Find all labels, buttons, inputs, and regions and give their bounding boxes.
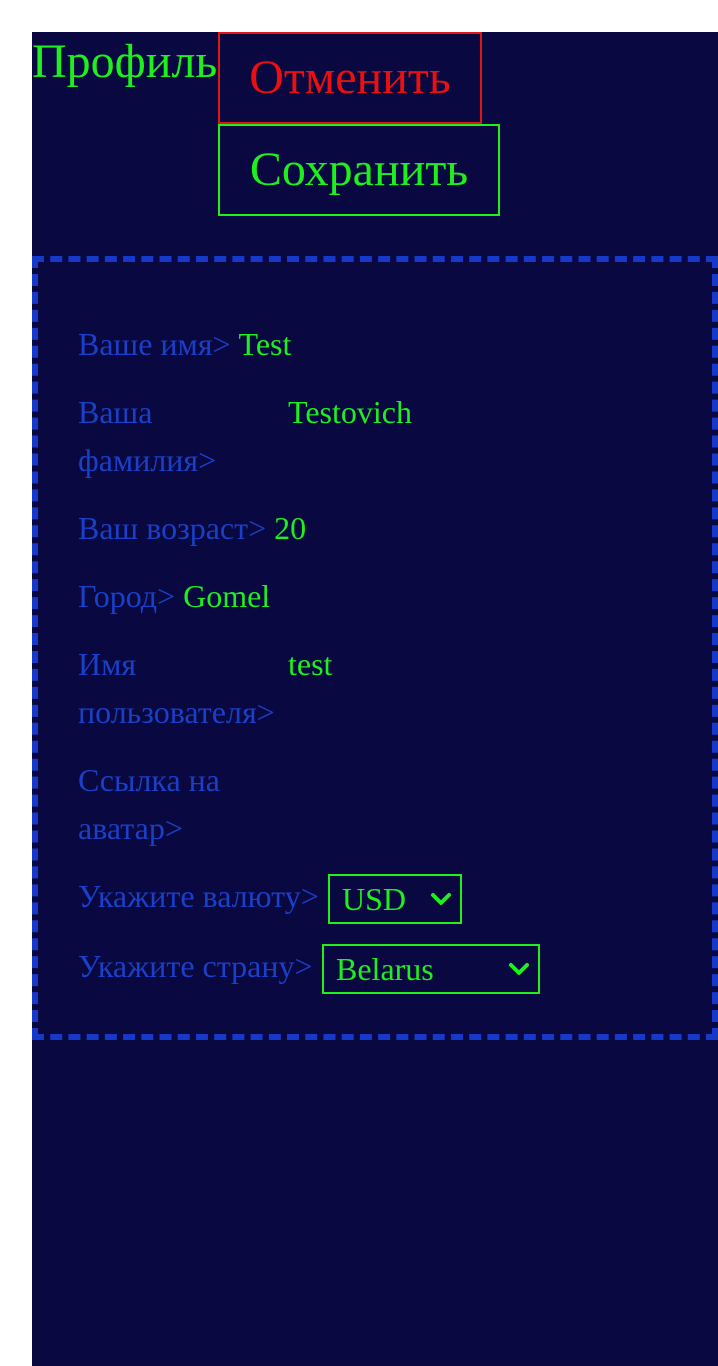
chevron-down-icon: [430, 876, 452, 922]
profile-app: Профиль Отменить Сохранить Ваше имя> Tes…: [32, 32, 718, 1366]
city-row: Город> Gomel: [78, 572, 270, 620]
page-title: Профиль: [32, 35, 218, 88]
surname-row: Ваша фамилия> Testovich: [78, 388, 678, 484]
age-row: Ваш возраст> 20: [78, 504, 306, 552]
avatar-label-line-2: аватар>: [78, 810, 183, 846]
chevron-down-icon: [508, 946, 530, 992]
surname-label-line-1: Ваша: [78, 394, 153, 430]
country-label: Укажите страну>: [78, 948, 313, 984]
city-value[interactable]: Gomel: [183, 578, 270, 614]
name-row: Ваше имя> Test: [78, 320, 291, 368]
profile-form-panel: Ваше имя> Test Ваша фамилия> Testovich В…: [32, 256, 718, 1040]
currency-select[interactable]: USD: [328, 874, 462, 924]
surname-label-line-2: фамилия>: [78, 442, 217, 478]
username-value[interactable]: test: [288, 640, 332, 688]
country-select-value: Belarus: [336, 951, 434, 987]
name-value[interactable]: Test: [239, 326, 292, 362]
username-row: Имя пользователя> test: [78, 640, 678, 736]
currency-row: Укажите валюту> USD: [78, 872, 678, 926]
surname-value[interactable]: Testovich: [288, 388, 412, 436]
age-value[interactable]: 20: [274, 510, 306, 546]
currency-label: Укажите валюту>: [78, 878, 319, 914]
cancel-button[interactable]: Отменить: [218, 32, 482, 124]
country-row: Укажите страну> Belarus: [78, 942, 678, 996]
avatar-row: Ссылка на аватар>: [78, 756, 678, 852]
name-label: Ваше имя>: [78, 326, 231, 362]
age-label: Ваш возраст>: [78, 510, 267, 546]
city-label: Город>: [78, 578, 176, 614]
avatar-label-line-1: Ссылка на: [78, 762, 220, 798]
country-select[interactable]: Belarus: [322, 944, 540, 994]
save-button[interactable]: Сохранить: [218, 124, 500, 216]
username-label-line-1: Имя: [78, 646, 137, 682]
username-label-line-2: пользователя>: [78, 694, 275, 730]
currency-select-value: USD: [342, 881, 407, 917]
